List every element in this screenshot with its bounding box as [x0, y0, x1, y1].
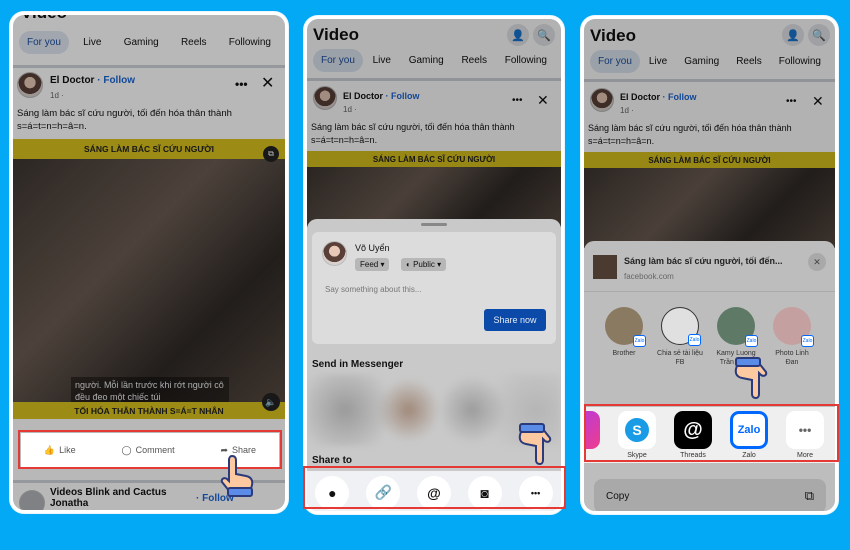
drag-handle[interactable]: [421, 223, 447, 226]
profile-icon[interactable]: 👤: [507, 24, 529, 46]
contact-photo-linh-dan[interactable]: Zalo Photo Linh Đan: [768, 307, 816, 367]
follow-link[interactable]: · Follow: [386, 91, 420, 101]
contact-name: Brother: [612, 350, 636, 357]
tab-following[interactable]: Following: [497, 49, 555, 72]
user-name: Võ Uyển: [355, 243, 390, 253]
phone-step-1: Video For you Live Gaming Reels Followin…: [10, 12, 288, 513]
zalo-badge: Zalo: [633, 335, 646, 347]
page-title: Video: [21, 15, 67, 23]
zalo-badge: Zalo: [801, 335, 814, 347]
tab-for-you[interactable]: For you: [313, 49, 363, 72]
tab-reels[interactable]: Reels: [728, 50, 770, 73]
hand-pointer-icon: [518, 423, 552, 466]
tab-gaming[interactable]: Gaming: [116, 31, 167, 54]
contact-brother[interactable]: Zalo Brother: [600, 307, 648, 367]
audience-value: Feed: [360, 260, 379, 269]
page-title: Video: [590, 26, 636, 45]
post-caption: Sáng làm bác sĩ cứu người, tối đến hóa t…: [588, 123, 792, 146]
highlight-box: [584, 404, 839, 462]
next-post-author[interactable]: Videos Blink and Cactus Jonatha: [50, 487, 190, 509]
follow-link[interactable]: · Follow: [97, 75, 135, 86]
tab-reels[interactable]: Reels: [453, 49, 495, 72]
profile-icon[interactable]: 👤: [782, 24, 804, 46]
share-text-input[interactable]: Say something about this...: [325, 285, 422, 294]
contact-chia-se[interactable]: Zalo Chia sẻ tài liệu FB: [656, 307, 704, 367]
contact-name: Photo Linh Đan: [775, 350, 809, 366]
contacts-row: Zalo Brother Zalo Chia sẻ tài liệu FB Zalo…: [600, 307, 816, 367]
avatar[interactable]: [19, 490, 45, 510]
hand-pointer-icon: [734, 357, 768, 400]
send-in-messenger-heading: Send in Messenger: [312, 359, 404, 370]
video-banner-bottom: TỐI HÓA THÂN THÀNH S=Á=T NHÂN: [13, 402, 285, 419]
copy-label: Copy: [606, 490, 630, 502]
avatar[interactable]: [313, 86, 337, 110]
highlight-box: [303, 466, 566, 509]
post-time: 1d ·: [620, 106, 634, 115]
zalo-badge: Zalo: [745, 335, 758, 347]
pip-icon[interactable]: ⧉: [263, 146, 279, 162]
video-banner-top: SÁNG LÀM BÁC SĨ CỨU NGƯỜI: [13, 139, 285, 159]
search-icon[interactable]: 🔍: [808, 24, 830, 46]
subtitle: người. Mỗi lần trước khi rớt người cô đề…: [71, 377, 229, 405]
avatar: [322, 241, 347, 266]
close-icon[interactable]: ✕: [537, 92, 549, 109]
video-player[interactable]: [584, 168, 835, 248]
video-player[interactable]: [13, 159, 285, 402]
follow-link[interactable]: · Follow: [663, 92, 697, 102]
audience-dropdown[interactable]: Feed ▾: [355, 258, 390, 271]
tab-live[interactable]: Live: [365, 49, 399, 72]
post-time: 1d ·: [343, 105, 357, 114]
more-options-icon[interactable]: •••: [786, 96, 797, 107]
close-icon[interactable]: ✕: [261, 73, 274, 93]
post-author[interactable]: El Doctor: [620, 92, 660, 102]
tab-for-you[interactable]: For you: [19, 31, 69, 54]
share-now-button[interactable]: Share now: [484, 309, 546, 331]
post-caption: Sáng làm bác sĩ cứu người, tối đến hóa t…: [311, 122, 515, 145]
copy-icon: ⧉: [804, 488, 814, 503]
more-options-icon[interactable]: •••: [512, 95, 523, 106]
share-composer: Võ Uyển Feed ▾ ◐ Public ▾ Say something …: [312, 232, 556, 344]
post-author[interactable]: El Doctor: [343, 91, 383, 101]
link-domain: facebook.com: [624, 272, 674, 281]
copy-action[interactable]: Copy ⧉: [594, 479, 826, 511]
search-icon[interactable]: 🔍: [533, 24, 555, 46]
video-banner-top: SÁNG LÀM BÁC SĨ CỨU NGƯỜI: [584, 152, 835, 168]
hand-pointer-icon: [220, 454, 254, 497]
tab-live[interactable]: Live: [641, 50, 675, 73]
tab-following[interactable]: Following: [221, 31, 279, 54]
contact-name: Chia sẻ tài liệu FB: [657, 350, 703, 366]
post-time: 1d ·: [50, 91, 64, 100]
tab-gaming[interactable]: Gaming: [676, 50, 727, 73]
mute-icon[interactable]: 🔈: [262, 393, 280, 411]
tab-for-you[interactable]: For you: [590, 50, 640, 73]
close-icon[interactable]: ✕: [812, 93, 824, 110]
post-caption: Sáng làm bác sĩ cứu người, tối đến hóa t…: [17, 108, 232, 132]
tab-reels[interactable]: Reels: [173, 31, 215, 54]
video-player[interactable]: [307, 167, 561, 227]
link-thumbnail: [593, 255, 617, 279]
link-title: Sáng làm bác sĩ cứu người, tối đến...: [624, 256, 783, 266]
zalo-badge: Zalo: [688, 334, 701, 346]
page-title: Video: [313, 25, 359, 44]
post-author[interactable]: El Doctor: [50, 75, 94, 86]
avatar[interactable]: [590, 88, 614, 112]
tab-following[interactable]: Following: [771, 50, 829, 73]
video-banner-top: SÁNG LÀM BÁC SĨ CỨU NGƯỜI: [307, 151, 561, 167]
tab-gaming[interactable]: Gaming: [401, 49, 452, 72]
more-options-icon[interactable]: •••: [235, 77, 248, 91]
ios-share-sheet: Sáng làm bác sĩ cứu người, tối đến... fa…: [584, 241, 835, 511]
avatar[interactable]: [17, 72, 43, 98]
video-tabs: For you Live Gaming Reels Following: [13, 31, 285, 54]
tab-live[interactable]: Live: [75, 31, 109, 54]
privacy-dropdown[interactable]: ◐ Public ▾: [401, 258, 447, 271]
share-to-heading: Share to: [312, 455, 353, 466]
privacy-value: Public: [413, 260, 435, 269]
close-share-button[interactable]: ✕: [808, 253, 826, 271]
